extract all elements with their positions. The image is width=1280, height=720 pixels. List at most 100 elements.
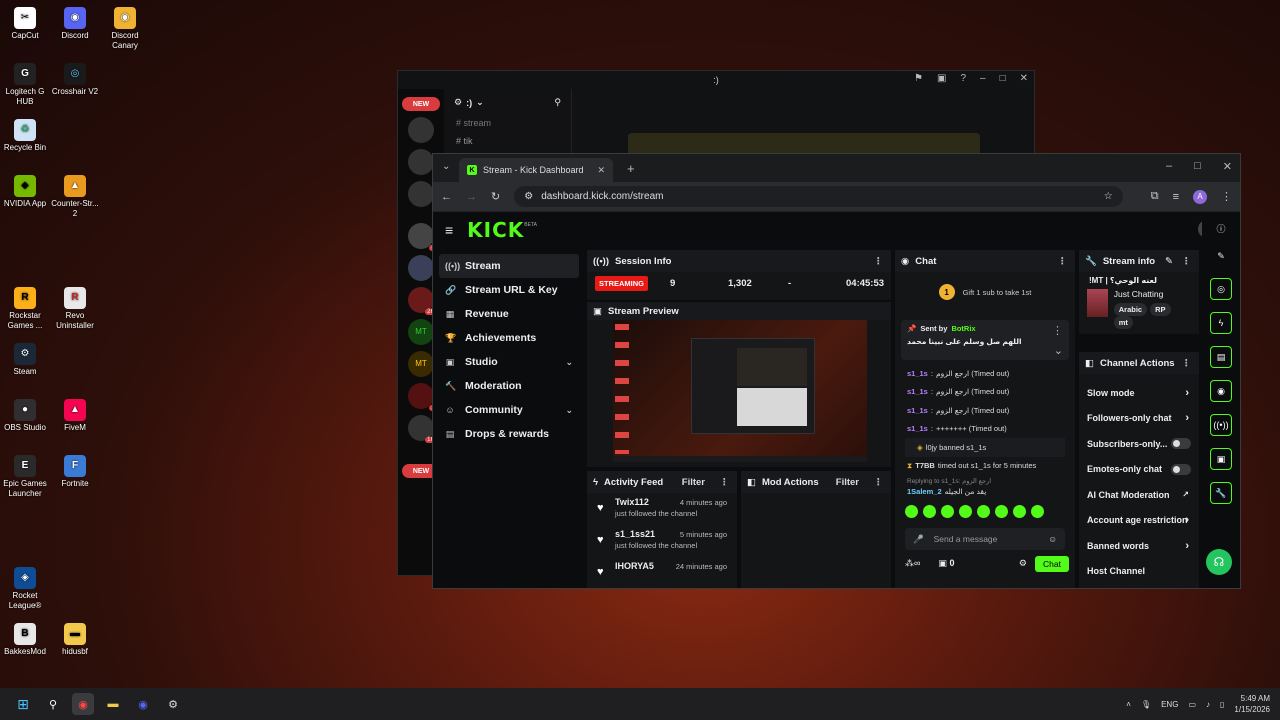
chevron-up-icon[interactable]: ˄ [1126,700,1131,709]
gift-icon[interactable]: ▣ 0 [938,558,954,569]
channel-action-row[interactable]: Subscribers-only... [1079,431,1199,457]
chat-input[interactable]: 🎤 Send a message ☺ [905,528,1065,550]
discord-taskbar-icon[interactable]: ◉ [132,693,154,715]
rail-button[interactable]: ◉ [1210,380,1232,402]
server-icon[interactable]: 24 [408,383,440,411]
rail-button[interactable]: 🔧 [1210,482,1232,504]
server-icon[interactable]: 2K+ [408,287,440,315]
maximize-icon[interactable]: □ [1194,160,1201,173]
more-icon[interactable]: ⋮ [1058,256,1068,267]
help-icon[interactable]: ? [960,73,966,84]
channel-action-row[interactable]: Host Channel [1079,559,1199,585]
back-icon[interactable]: ← [441,191,452,203]
rail-button[interactable]: ▤ [1210,346,1232,368]
server-icon[interactable]: 80 [408,223,440,251]
sidebar-item[interactable]: ▣ Studio ⌄ [439,350,579,374]
info-icon[interactable]: ⓘ [1202,222,1240,235]
server-icon[interactable]: MT [408,319,434,345]
address-bar[interactable]: ⚙ dashboard.kick.com/stream ☆ [514,186,1123,207]
media-icon[interactable]: ≡ [1173,191,1179,203]
pencil-icon[interactable]: ✎ [1202,251,1240,262]
more-icon[interactable]: ⋮ [1182,256,1192,267]
chat-username[interactable]: s1_1s [907,424,928,433]
steam-taskbar-icon[interactable]: ⚙ [162,693,184,715]
inbox-icon[interactable]: ▣ [937,73,946,84]
emote-icon[interactable] [941,505,954,518]
channel-action-row[interactable]: Emotes-only chat [1079,457,1199,483]
points-icon[interactable]: ⁂∞ [905,558,920,569]
channel-item[interactable]: # stream [444,116,571,130]
battery-icon[interactable]: ▯ [1220,700,1224,709]
hamburger-icon[interactable]: ≡ [445,222,453,238]
mic-icon[interactable]: 🎙 [1141,700,1151,709]
desktop-icon[interactable]: ◈ Rocket League® [0,567,50,611]
send-chat-button[interactable]: Chat [1035,555,1069,572]
tab-close-icon[interactable]: ✕ [597,165,605,176]
chat-message[interactable]: s1_1s: ارجع الزوم (Timed out) [895,383,1075,402]
site-info-icon[interactable]: ⚙ [524,191,533,202]
extensions-icon[interactable]: ⧉ [1151,190,1159,203]
volume-icon[interactable]: ♪ [1206,700,1210,709]
emote-icon[interactable] [995,505,1008,518]
menu-icon[interactable]: ⋮ [1221,190,1232,203]
server-icon[interactable] [408,117,434,143]
server-icon[interactable]: MT [408,351,434,377]
desktop-icon[interactable]: ✂ CapCut [0,7,50,41]
gift-leaderboard[interactable]: 1 Gift 1 sub to take 1st [895,272,1075,312]
chat-username[interactable]: s1_1s [907,369,928,378]
sidebar-item[interactable]: 🏆 Achievements [439,326,579,350]
stream-preview-video[interactable] [613,320,867,462]
kick-logo[interactable]: KICK [467,218,524,242]
server-header[interactable]: ⚙ :) ⌄ ⚲ [444,89,571,116]
server-icon[interactable]: 1K+ [408,415,440,443]
channel-action-row[interactable]: AI Chat Moderation ↗ [1079,482,1199,508]
more-icon[interactable]: ⋮ [874,477,884,488]
sidebar-item[interactable]: ☺ Community ⌄ [439,398,579,422]
channel-action-row[interactable]: Followers-only chat › [1079,406,1199,432]
chrome-window[interactable]: ⌄ K Stream - Kick Dashboard ✕ + – □ ✕ ← … [432,153,1241,589]
chat-username[interactable]: s1_1s [907,387,928,396]
chat-message[interactable]: 1Salem_2 يقد من الجيله [895,485,1075,497]
desktop-icon[interactable]: ▬ hidusbf [50,623,100,657]
new-tab-button[interactable]: + [627,161,635,176]
desktop-icon[interactable]: ▲ Counter-Str... 2 [50,175,100,219]
desktop-icon[interactable]: R Rockstar Games ... [0,287,50,331]
toggle-switch[interactable] [1171,463,1191,475]
file-explorer-icon[interactable]: ▬ [102,693,124,715]
channel-item[interactable]: # tik [444,130,571,152]
minimize-icon[interactable]: – [980,73,986,84]
emote-icon[interactable] [959,505,972,518]
chevron-down-icon[interactable]: ⌄ [1054,344,1063,357]
minimize-icon[interactable]: – [1166,160,1172,173]
rail-button[interactable]: ((•)) [1210,414,1232,436]
emote-icon[interactable] [905,505,918,518]
emote-icon[interactable] [1031,505,1044,518]
emote-icon[interactable] [923,505,936,518]
sidebar-item[interactable]: ▤ Drops & rewards [439,422,579,446]
more-icon[interactable]: ⋮ [720,477,730,488]
rail-button[interactable]: ▣ [1210,448,1232,470]
emote-icon[interactable] [1013,505,1026,518]
toggle-switch[interactable] [1171,438,1191,450]
emote-icon[interactable] [977,505,990,518]
chat-message[interactable]: s1_1s: ارجع الزوم (Timed out) [895,364,1075,383]
start-button[interactable]: ⊞ [12,693,34,715]
add-user-icon[interactable]: ⚲ [554,97,561,108]
rail-button[interactable]: ϟ [1210,312,1232,334]
language-indicator[interactable]: ENG [1161,700,1178,709]
tab-kick-dashboard[interactable]: K Stream - Kick Dashboard ✕ [459,158,613,182]
maximize-icon[interactable]: □ [1000,73,1006,84]
more-icon[interactable]: ⋮ [1052,324,1063,337]
activity-item[interactable]: ♥ Twix112 just followed the channel 4 minut… [587,493,737,525]
desktop-icon[interactable]: ▲ FiveM [50,399,100,433]
desktop-icon[interactable]: ◎ Crosshair V2 [50,63,100,97]
tag[interactable]: Arabic [1113,303,1148,316]
desktop-icon[interactable]: R Revo Uninstaller [50,287,100,331]
filter-button[interactable]: Filter [682,477,705,488]
desktop-icon[interactable]: G Logitech G HUB [0,63,50,107]
filter-button[interactable]: Filter [836,477,859,488]
sidebar-item[interactable]: ▦ Revenue [439,302,579,326]
tag[interactable]: RP [1150,303,1171,316]
desktop-icon[interactable]: ● OBS Studio [0,399,50,433]
desktop-icon[interactable]: ◆ NVIDIA App [0,175,50,209]
